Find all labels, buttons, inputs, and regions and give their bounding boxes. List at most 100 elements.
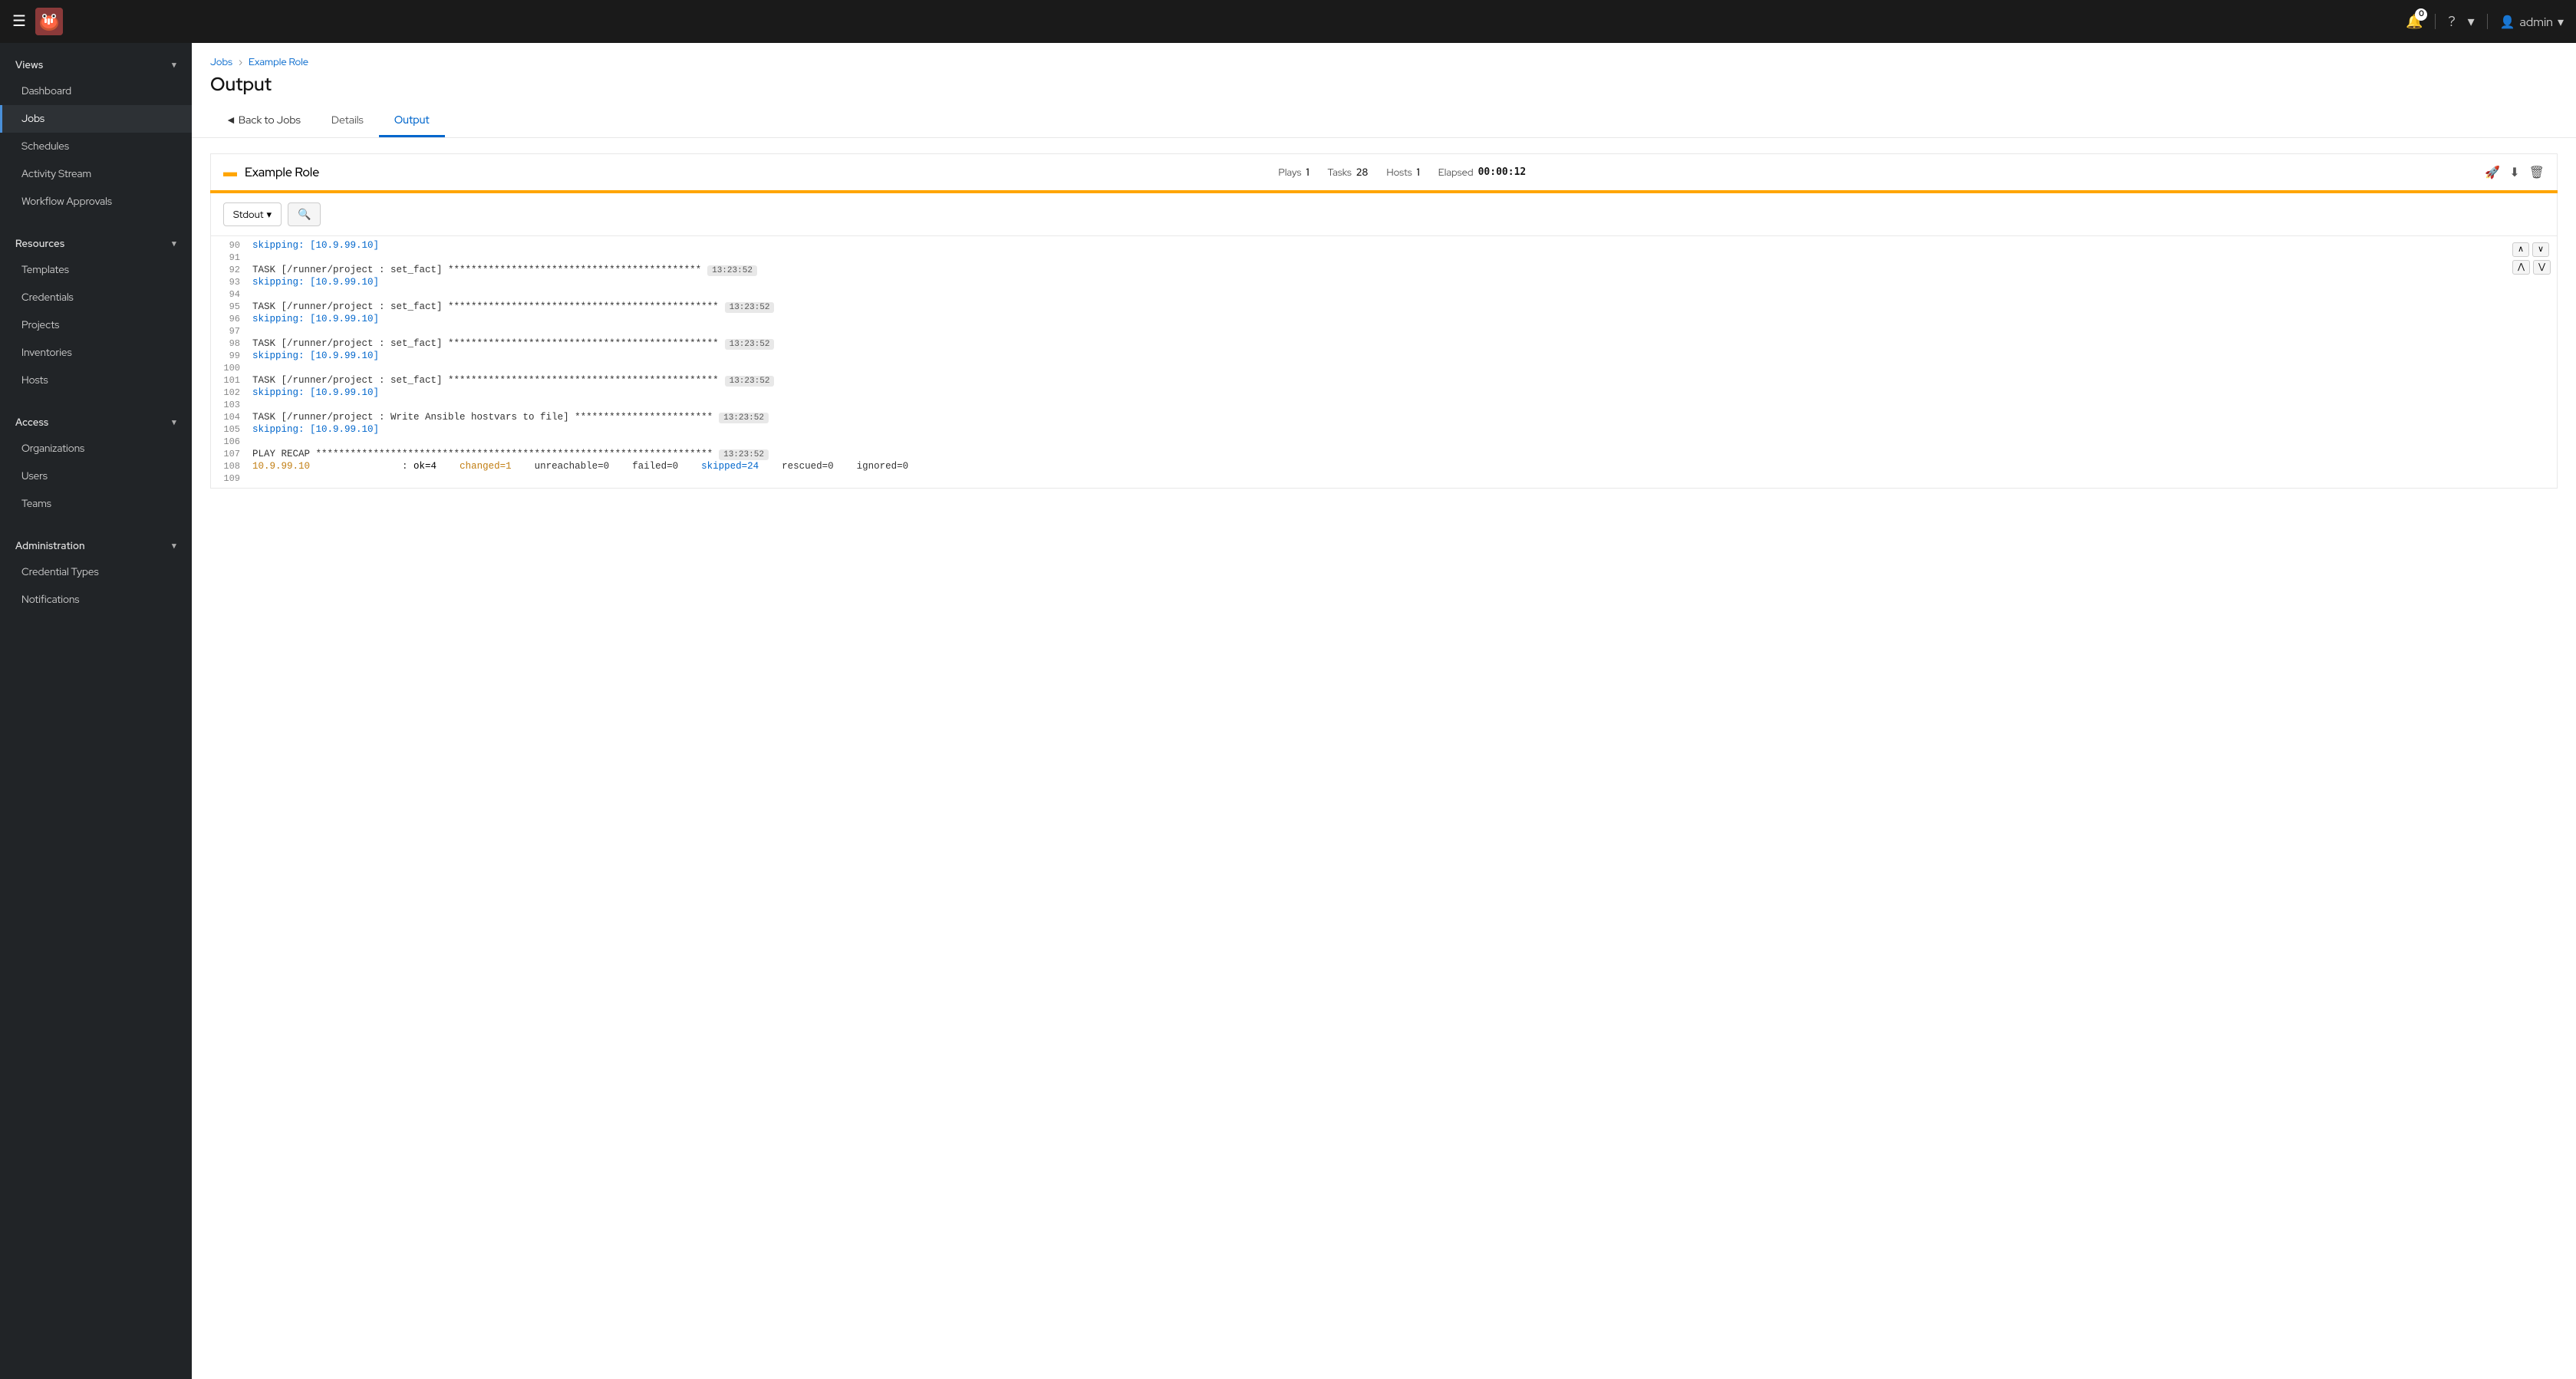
log-row: 99skipping: [10.9.99.10] bbox=[211, 350, 2495, 362]
hosts-value: 1 bbox=[1417, 166, 1420, 179]
log-row: 102skipping: [10.9.99.10] bbox=[211, 387, 2495, 399]
tab-output[interactable]: Output bbox=[379, 106, 445, 137]
log-row: 107PLAY RECAP **************************… bbox=[211, 448, 2495, 460]
log-lines: 90skipping: [10.9.99.10]91 92TASK [/runn… bbox=[211, 236, 2557, 488]
log-line-content: TASK [/runner/project : Write Ansible ho… bbox=[249, 411, 2495, 423]
output-controls: Stdout ▾ 🔍 bbox=[210, 193, 2558, 235]
log-line-content: TASK [/runner/project : set_fact] ******… bbox=[249, 374, 2495, 387]
sidebar-item-inventories[interactable]: Inventories bbox=[0, 339, 192, 367]
log-row: 91 bbox=[211, 252, 2495, 264]
sidebar-item-credential-types[interactable]: Credential Types bbox=[0, 558, 192, 586]
sidebar-item-workflow-approvals[interactable]: Workflow Approvals bbox=[0, 188, 192, 216]
breadcrumb-current[interactable]: Example Role bbox=[249, 55, 308, 68]
tabs: ◄ Back to Jobs Details Output bbox=[210, 106, 2558, 137]
log-row: 101TASK [/runner/project : set_fact] ***… bbox=[211, 374, 2495, 387]
log-line-number: 96 bbox=[211, 313, 249, 325]
job-actions: 🚀 ⬇ 🗑 bbox=[2485, 165, 2545, 180]
log-line-content bbox=[249, 436, 2495, 448]
log-row: 97 bbox=[211, 325, 2495, 337]
sidebar-item-hosts[interactable]: Hosts bbox=[0, 367, 192, 394]
scroll-up-button[interactable]: ∧ bbox=[2512, 242, 2529, 257]
sidebar-item-projects[interactable]: Projects bbox=[0, 311, 192, 339]
rocket-button[interactable]: 🚀 bbox=[2485, 165, 2500, 180]
sidebar-section-access-header[interactable]: Access ▾ bbox=[0, 406, 192, 435]
log-line-number: 95 bbox=[211, 301, 249, 313]
log-row: 106 bbox=[211, 436, 2495, 448]
search-button[interactable]: 🔍 bbox=[288, 202, 321, 226]
breadcrumb: Jobs › Example Role bbox=[210, 55, 2558, 68]
log-line-number: 101 bbox=[211, 374, 249, 387]
sidebar-section-views-header[interactable]: Views ▾ bbox=[0, 49, 192, 77]
tasks-value: 28 bbox=[1356, 166, 1369, 179]
hamburger-menu[interactable]: ☰ bbox=[12, 12, 26, 31]
log-row: 98TASK [/runner/project : set_fact] ****… bbox=[211, 337, 2495, 350]
stdout-select[interactable]: Stdout ▾ bbox=[223, 202, 282, 226]
scroll-down-button[interactable]: ∨ bbox=[2532, 242, 2549, 257]
chevron-down-icon: ▾ bbox=[172, 417, 176, 428]
sidebar: Views ▾ Dashboard Jobs Schedules Activit… bbox=[0, 43, 192, 1379]
log-line-content: skipping: [10.9.99.10] bbox=[249, 313, 2495, 325]
sidebar-item-users[interactable]: Users bbox=[0, 462, 192, 490]
help-icon[interactable]: ? bbox=[2448, 13, 2455, 31]
log-row: 105skipping: [10.9.99.10] bbox=[211, 423, 2495, 436]
output-log[interactable]: ∧ ∨ ⋀ ⋁ 90skipping: [10.9.99.10]91 92TAS… bbox=[210, 235, 2558, 489]
download-button[interactable]: ⬇ bbox=[2509, 165, 2519, 180]
plays-label: Plays bbox=[1278, 166, 1301, 179]
log-line-content: skipping: [10.9.99.10] bbox=[249, 276, 2495, 288]
job-name: Example Role bbox=[245, 164, 319, 180]
sidebar-section-views: Views ▾ Dashboard Jobs Schedules Activit… bbox=[0, 43, 192, 222]
log-line-number: 90 bbox=[211, 239, 249, 252]
scroll-top-button[interactable]: ⋀ bbox=[2512, 260, 2530, 275]
tasks-label: Tasks bbox=[1328, 166, 1352, 179]
sidebar-item-credentials[interactable]: Credentials bbox=[0, 284, 192, 311]
chevron-down-icon: ▾ bbox=[172, 60, 176, 71]
log-line-content bbox=[249, 399, 2495, 411]
page-title: Output bbox=[210, 73, 2558, 97]
elapsed-value: 00:00:12 bbox=[1478, 166, 1527, 178]
logo bbox=[35, 8, 63, 35]
log-line-content: skipping: [10.9.99.10] bbox=[249, 387, 2495, 399]
sidebar-section-resources: Resources ▾ Templates Credentials Projec… bbox=[0, 222, 192, 400]
log-line-number: 103 bbox=[211, 399, 249, 411]
sidebar-item-templates[interactable]: Templates bbox=[0, 256, 192, 284]
log-timestamp: 13:23:52 bbox=[725, 302, 775, 313]
job-plays: Plays 1 bbox=[1278, 166, 1309, 179]
notifications-icon[interactable]: 🔔 0 bbox=[2406, 13, 2423, 31]
sidebar-item-teams[interactable]: Teams bbox=[0, 490, 192, 518]
page-header: Jobs › Example Role Output ◄ Back to Job… bbox=[192, 43, 2576, 138]
help-dropdown-icon[interactable]: ▾ bbox=[2468, 13, 2475, 31]
tab-back-to-jobs[interactable]: ◄ Back to Jobs bbox=[210, 106, 316, 137]
delete-button[interactable]: 🗑 bbox=[2529, 165, 2545, 180]
content-area: Jobs › Example Role Output ◄ Back to Job… bbox=[192, 43, 2576, 1379]
log-line-number: 92 bbox=[211, 264, 249, 276]
sidebar-item-jobs[interactable]: Jobs bbox=[0, 105, 192, 133]
log-line-number: 108 bbox=[211, 460, 249, 472]
scroll-bottom-button[interactable]: ⋁ bbox=[2533, 260, 2551, 275]
log-line-content: TASK [/runner/project : set_fact] ******… bbox=[249, 337, 2495, 350]
job-header-bar: ▬ Example Role Plays 1 Tasks 28 Hosts 1 bbox=[210, 153, 2558, 190]
sidebar-section-administration-header[interactable]: Administration ▾ bbox=[0, 530, 192, 558]
sidebar-item-schedules[interactable]: Schedules bbox=[0, 133, 192, 160]
log-line-content: TASK [/runner/project : set_fact] ******… bbox=[249, 264, 2495, 276]
log-row: 92TASK [/runner/project : set_fact] ****… bbox=[211, 264, 2495, 276]
log-row: 10810.9.99.10 : ok=4 changed=1 unreachab… bbox=[211, 460, 2495, 472]
log-line-content bbox=[249, 288, 2495, 301]
breadcrumb-jobs[interactable]: Jobs bbox=[210, 55, 232, 68]
sidebar-section-resources-header[interactable]: Resources ▾ bbox=[0, 228, 192, 256]
sidebar-item-dashboard[interactable]: Dashboard bbox=[0, 77, 192, 105]
user-menu[interactable]: 👤 admin ▾ bbox=[2500, 14, 2564, 30]
log-line-number: 109 bbox=[211, 472, 249, 485]
tab-details[interactable]: Details bbox=[316, 106, 379, 137]
log-line-content: skipping: [10.9.99.10] bbox=[249, 350, 2495, 362]
sidebar-item-notifications[interactable]: Notifications bbox=[0, 586, 192, 614]
log-row: 93skipping: [10.9.99.10] bbox=[211, 276, 2495, 288]
log-line-number: 98 bbox=[211, 337, 249, 350]
user-dropdown-icon[interactable]: ▾ bbox=[2558, 14, 2564, 30]
sidebar-section-access: Access ▾ Organizations Users Teams bbox=[0, 400, 192, 524]
job-title: ▬ Example Role bbox=[223, 163, 319, 181]
sidebar-item-activity-stream[interactable]: Activity Stream bbox=[0, 160, 192, 188]
hosts-label: Hosts bbox=[1386, 166, 1412, 179]
elapsed-label: Elapsed bbox=[1438, 166, 1474, 179]
sidebar-item-organizations[interactable]: Organizations bbox=[0, 435, 192, 462]
log-row: 104TASK [/runner/project : Write Ansible… bbox=[211, 411, 2495, 423]
